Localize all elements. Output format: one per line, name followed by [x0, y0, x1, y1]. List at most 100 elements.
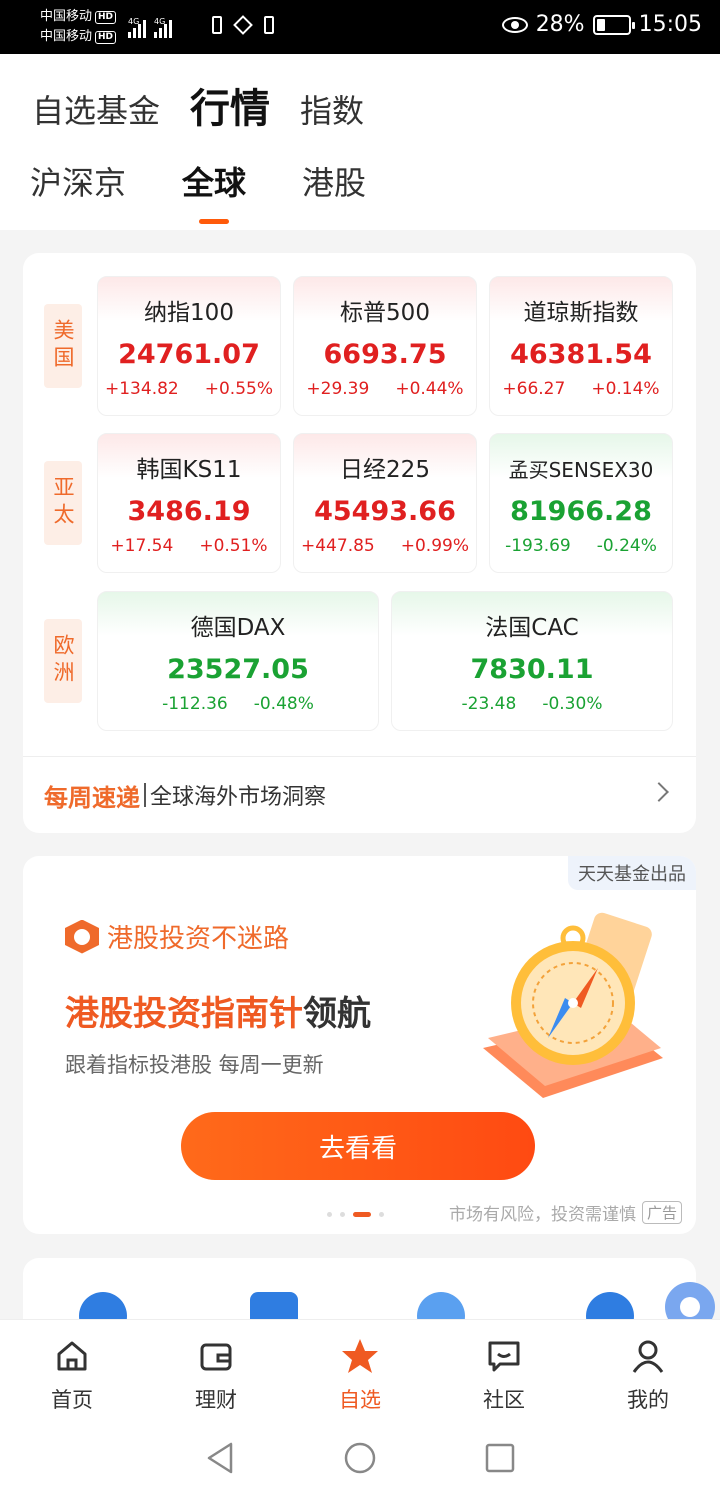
hd-badge: HD: [95, 10, 117, 24]
nav-label: 理财: [195, 1388, 237, 1412]
network-type: 4G: [154, 17, 166, 26]
header: 自选基金 行情 指数 沪深京 全球 港股: [0, 54, 720, 230]
signal-strength-icon: 4G: [128, 17, 146, 38]
region-label: 亚太: [44, 461, 82, 545]
recents-icon[interactable]: [485, 1443, 515, 1473]
nav-label: 自选: [339, 1388, 381, 1412]
index-name: 德国DAX: [190, 615, 286, 641]
wallet-icon: [196, 1336, 236, 1376]
chat-icon: [484, 1336, 524, 1376]
index-change-percent: -0.30%: [542, 694, 603, 714]
nav-item-2[interactable]: 自选: [288, 1320, 432, 1420]
layers-icon: [233, 15, 253, 35]
index-value: 7830.11: [470, 654, 594, 685]
index-change-percent: -0.24%: [596, 536, 657, 556]
status-bar: 中国移动 HD 中国移动 HD 4G 4G 28% 15:05: [0, 0, 720, 54]
phone-icon: [212, 16, 222, 34]
index-value: 6693.75: [323, 339, 447, 370]
main-tabs: 自选基金 行情 指数: [32, 76, 364, 134]
index-change: +17.54: [110, 536, 174, 556]
index-value: 45493.66: [314, 496, 456, 527]
network-type: 4G: [128, 17, 140, 26]
index-tile[interactable]: 孟买SENSEX30 81966.28 -193.69 -0.24%: [489, 433, 673, 573]
index-value: 24761.07: [118, 339, 260, 370]
carousel-dot: [379, 1212, 384, 1217]
system-nav-bar: [0, 1420, 720, 1496]
back-icon[interactable]: [205, 1441, 235, 1475]
index-tile[interactable]: 道琼斯指数 46381.54 +66.27 +0.14%: [489, 276, 673, 416]
tab-main-1[interactable]: 行情: [190, 76, 270, 134]
nav-label: 首页: [51, 1388, 93, 1412]
tab-sub-1[interactable]: 全球: [182, 158, 246, 204]
tab-sub-0[interactable]: 沪深京: [30, 158, 126, 204]
carousel-dot: [340, 1212, 345, 1217]
carousel-dot: [353, 1212, 371, 1217]
index-change: -23.48: [461, 694, 517, 714]
tab-main-2[interactable]: 指数: [300, 86, 364, 132]
index-tile[interactable]: 标普500 6693.75 +29.39 +0.44%: [293, 276, 477, 416]
index-change: +29.39: [306, 379, 370, 399]
nav-label: 我的: [627, 1388, 669, 1412]
ad-subtitle: 跟着指标投港股 每周一更新: [65, 1053, 324, 1077]
nav-item-0[interactable]: 首页: [0, 1320, 144, 1420]
bottom-nav: 首页 理财 自选 社区 我的: [0, 1320, 720, 1420]
index-tile[interactable]: 德国DAX 23527.05 -112.36 -0.48%: [97, 591, 379, 731]
divider: [144, 783, 146, 807]
index-value: 23527.05: [167, 654, 309, 685]
index-value: 46381.54: [510, 339, 652, 370]
index-name: 标普500: [340, 300, 430, 326]
ad-label: 广告: [641, 1201, 682, 1224]
go-see-button[interactable]: 去看看: [181, 1112, 535, 1180]
ad-brand: 港股投资不迷路: [65, 918, 289, 955]
carrier-2: 中国移动: [40, 29, 93, 44]
index-change: -112.36: [162, 694, 228, 714]
clock: 15:05: [638, 12, 702, 37]
index-change: -193.69: [505, 536, 571, 556]
weekly-digest-text: 全球海外市场洞察: [150, 785, 327, 810]
hd-badge: HD: [95, 30, 117, 44]
weekly-digest-link[interactable]: 每周速递 全球海外市场洞察: [23, 756, 696, 833]
carrier-info: 中国移动 HD 中国移动 HD: [40, 7, 117, 47]
index-change-percent: -0.48%: [253, 694, 314, 714]
battery-percent: 28%: [535, 12, 585, 37]
region-label: 欧洲: [44, 619, 82, 703]
tab-main-0[interactable]: 自选基金: [32, 86, 160, 132]
index-name: 道琼斯指数: [523, 300, 639, 326]
weekly-digest-tag: 每周速递: [44, 783, 140, 812]
nav-label: 社区: [483, 1388, 525, 1412]
home-circle-icon[interactable]: [343, 1441, 377, 1475]
chevron-right-icon: [649, 782, 669, 802]
index-tile[interactable]: 韩国KS11 3486.19 +17.54 +0.51%: [97, 433, 281, 573]
index-name: 孟买SENSEX30: [508, 458, 654, 482]
star-icon: [340, 1336, 380, 1376]
battery-icon: [592, 14, 635, 35]
tab-sub-2[interactable]: 港股: [302, 158, 366, 204]
nav-item-3[interactable]: 社区: [432, 1320, 576, 1420]
ad-brand-text: 港股投资不迷路: [107, 924, 290, 954]
risk-disclaimer: 市场有风险，投资需谨慎: [448, 1205, 636, 1225]
index-tile[interactable]: 日经225 45493.66 +447.85 +0.99%: [293, 433, 477, 573]
index-tile[interactable]: 纳指100 24761.07 +134.82 +0.55%: [97, 276, 281, 416]
carousel-dot: [327, 1212, 332, 1217]
ad-headline-highlight: 港股投资指南针: [65, 994, 303, 1034]
nav-item-1[interactable]: 理财: [144, 1320, 288, 1420]
index-name: 日经225: [340, 457, 430, 483]
ad-headline-rest: 领航: [303, 994, 371, 1034]
compass-illustration-icon: [483, 912, 663, 1098]
home-icon: [52, 1336, 92, 1376]
index-change-percent: +0.99%: [400, 536, 469, 556]
person-icon: [628, 1336, 668, 1376]
index-name: 纳指100: [144, 300, 234, 326]
ad-source-badge: 天天基金出品: [568, 856, 696, 890]
carrier-1: 中国移动: [40, 9, 93, 24]
signal-strength-icon: 4G: [154, 17, 172, 38]
signal-icons: 4G 4G: [128, 14, 172, 38]
carousel-indicator: [327, 1212, 384, 1217]
index-change: +134.82: [105, 379, 179, 399]
index-change-percent: +0.14%: [591, 379, 660, 399]
compass-logo-icon: [65, 919, 99, 954]
nav-item-4[interactable]: 我的: [576, 1320, 720, 1420]
promo-banner[interactable]: 天天基金出品 港股投资不迷路 港股投资指南针领航 跟着指标投港股 每周一更新 去…: [23, 856, 696, 1234]
index-change-percent: +0.51%: [199, 536, 268, 556]
index-tile[interactable]: 法国CAC 7830.11 -23.48 -0.30%: [391, 591, 673, 731]
